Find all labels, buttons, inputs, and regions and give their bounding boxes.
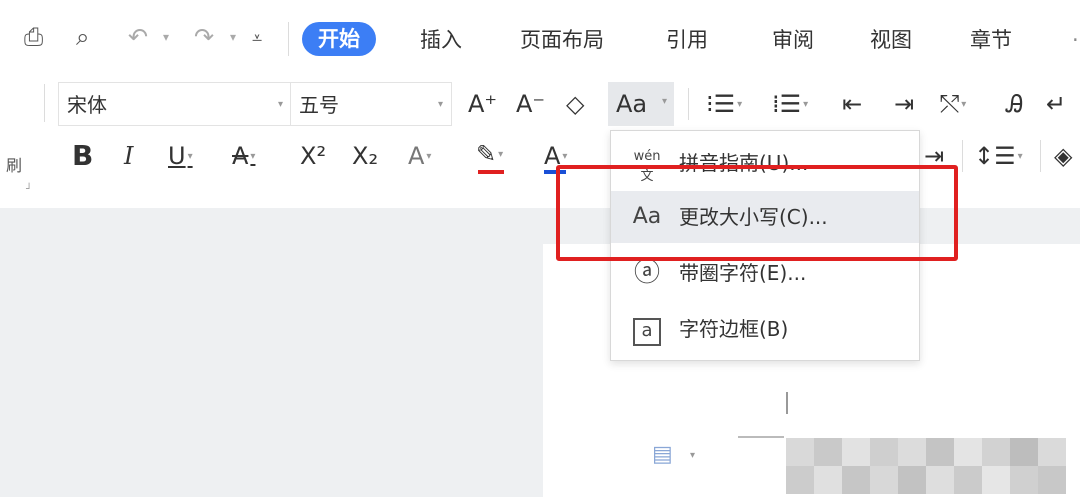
mosaic-block <box>926 466 954 494</box>
underline-button[interactable]: U ▾ <box>168 138 193 175</box>
numbered-list-icon[interactable]: ⁞☰ ▾ <box>772 86 808 123</box>
mosaic-block <box>842 466 870 494</box>
character-border-icon-text: a <box>633 318 661 346</box>
mosaic-block <box>982 466 1010 494</box>
margin-marker <box>786 392 788 414</box>
tab-insert[interactable]: 插入 <box>420 24 462 56</box>
mosaic-block <box>814 466 842 494</box>
text-direction-icon[interactable]: ⤲ ▾ <box>940 86 966 123</box>
chevron-down-icon: ▾ <box>277 99 283 110</box>
mosaic-block <box>898 466 926 494</box>
ribbon-divider <box>962 140 963 172</box>
bullet-list-icon[interactable]: ⁝☰ ▾ <box>706 86 742 123</box>
increase-indent-icon[interactable]: ⇥ <box>894 86 914 122</box>
tab-view[interactable]: 视图 <box>870 24 912 56</box>
mosaic-block <box>870 438 898 466</box>
highlight-annotation-box <box>556 165 958 261</box>
mosaic-block <box>786 466 814 494</box>
ribbon-divider <box>688 88 689 120</box>
font-family-value: 宋体 <box>67 93 107 117</box>
mosaic-block <box>870 466 898 494</box>
character-border-icon: a <box>627 303 667 355</box>
toolbar-divider <box>288 22 289 56</box>
mosaic-block <box>954 466 982 494</box>
pinyin-icon-text: wén <box>633 149 661 164</box>
title-tab-bar: ⎙ ⌕ ↶ ▾ ↷ ▾ ⩡ 开始 插入 页面布局 引用 审阅 视图 章节 · <box>0 0 1080 78</box>
chevron-down-icon: ▾ <box>437 99 443 110</box>
chevron-down-icon: ▾ <box>662 96 668 107</box>
margin-marker <box>738 436 784 438</box>
grow-font-button[interactable]: A⁺ <box>468 86 497 122</box>
line-spacing-icon[interactable]: ↕☰ ▾ <box>974 138 1023 175</box>
tab-overflow[interactable]: · <box>1072 24 1079 56</box>
paragraph-mark-icon[interactable]: Ꭿ <box>1006 86 1023 122</box>
mosaic-block <box>786 438 814 466</box>
mosaic-block <box>814 438 842 466</box>
mosaic-block <box>1038 438 1066 466</box>
decrease-indent-icon[interactable]: ⇤ <box>842 86 862 122</box>
blurred-content <box>786 438 1080 497</box>
shrink-font-button[interactable]: A⁻ <box>516 86 545 122</box>
tab-page-layout[interactable]: 页面布局 <box>520 24 604 56</box>
side-panel: 刷 ┘ <box>0 140 32 200</box>
chevron-down-icon[interactable]: ▾ <box>690 450 695 461</box>
mosaic-block <box>982 438 1010 466</box>
paste-options-icon[interactable]: ▤ <box>652 442 673 467</box>
italic-button[interactable]: I <box>124 138 133 174</box>
superscript-button[interactable]: X² <box>300 138 326 174</box>
line-break-icon[interactable]: ↵ <box>1046 86 1066 122</box>
dialog-launcher-icon[interactable]: ┘ <box>26 184 32 195</box>
text-effect-button[interactable]: A ▾ <box>408 138 431 175</box>
strikethrough-label: A <box>232 142 249 170</box>
tab-references[interactable]: 引用 <box>666 24 708 56</box>
print-icon[interactable]: ⎙ <box>24 22 43 52</box>
subscript-button[interactable]: X₂ <box>352 138 378 174</box>
mosaic-block <box>1010 466 1038 494</box>
redo-icon[interactable]: ↷ <box>194 22 214 52</box>
mosaic-block <box>1038 466 1066 494</box>
font-size-value: 五号 <box>299 93 339 117</box>
highlight-color-bar <box>478 170 504 174</box>
redo-dropdown-icon[interactable]: ▾ <box>230 30 236 44</box>
change-case-label: Aa <box>616 90 648 118</box>
highlight-pen-icon[interactable]: ✎ ▾ <box>476 136 503 173</box>
ribbon-divider <box>1040 140 1041 172</box>
mosaic-block <box>898 438 926 466</box>
shading-icon[interactable]: ◈ <box>1054 138 1072 174</box>
customize-icon[interactable]: ⩡ <box>252 24 262 54</box>
strikethrough-button[interactable]: A ▾ <box>232 138 255 175</box>
clear-format-icon[interactable]: ◇ <box>566 86 584 122</box>
mosaic-block <box>842 438 870 466</box>
mosaic-block <box>1010 438 1038 466</box>
ribbon-divider <box>44 84 45 122</box>
font-size-select[interactable]: 五号 ▾ <box>290 82 452 126</box>
tab-review[interactable]: 审阅 <box>772 24 814 56</box>
change-case-button[interactable]: Aa ▾ <box>608 82 674 126</box>
undo-icon[interactable]: ↶ <box>128 22 148 52</box>
print-preview-icon[interactable]: ⌕ <box>76 22 89 52</box>
mosaic-block <box>926 438 954 466</box>
undo-dropdown-icon[interactable]: ▾ <box>163 30 169 44</box>
underline-label: U <box>168 142 186 170</box>
font-family-select[interactable]: 宋体 ▾ <box>58 82 292 126</box>
tab-section[interactable]: 章节 <box>970 24 1012 56</box>
menu-item-character-border[interactable]: a 字符边框(B) <box>611 303 919 355</box>
side-label: 刷 <box>6 156 23 175</box>
menu-item-label: 字符边框(B) <box>679 317 789 341</box>
tab-start[interactable]: 开始 <box>302 22 376 56</box>
bold-button[interactable]: B <box>72 138 93 174</box>
mosaic-block <box>954 438 982 466</box>
text-effect-label: A <box>408 142 425 170</box>
